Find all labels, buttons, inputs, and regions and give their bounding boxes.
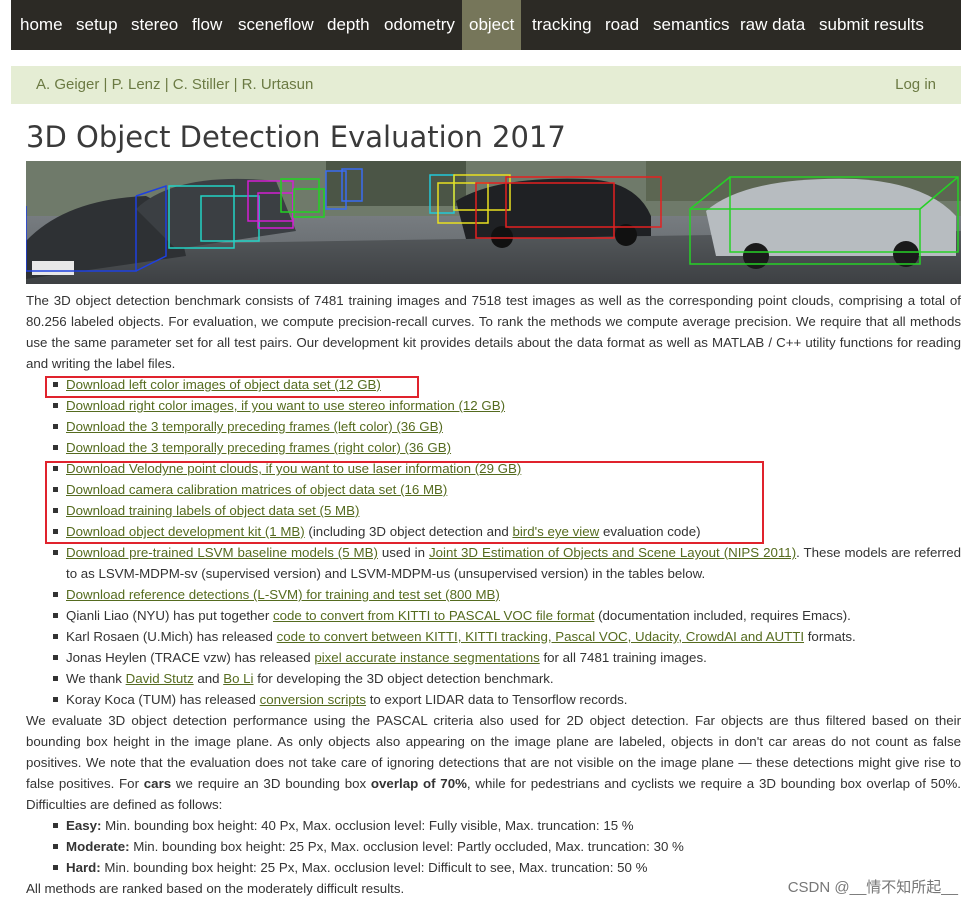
eval-overlap: overlap of 70% bbox=[370, 776, 467, 791]
authors-text: A. Geiger | P. Lenz | C. Stiller | R. Ur… bbox=[36, 76, 314, 93]
difficulty-text: Min. bounding box height: 25 Px, Max. oc… bbox=[100, 860, 648, 875]
download-lsvm-link[interactable]: Download pre-trained LSVM baseline model… bbox=[66, 545, 378, 560]
thanks-text-end: for developing the 3D object detection b… bbox=[253, 671, 554, 686]
list-item: Download reference detections (L-SVM) fo… bbox=[26, 584, 961, 605]
authors-bar: A. Geiger | P. Lenz | C. Stiller | R. Ur… bbox=[11, 66, 961, 104]
download-reference-link[interactable]: Download reference detections (L-SVM) fo… bbox=[66, 587, 500, 602]
nav-depth[interactable]: depth bbox=[327, 0, 370, 50]
download-prev-right-link[interactable]: Download the 3 temporally preceding fram… bbox=[66, 440, 451, 455]
nav-road[interactable]: road bbox=[605, 0, 639, 50]
lsvm-note: used in bbox=[377, 545, 429, 560]
list-item: Download pre-trained LSVM baseline model… bbox=[26, 542, 961, 584]
nav-tracking[interactable]: tracking bbox=[532, 0, 592, 50]
bo-li-link[interactable]: Bo Li bbox=[223, 671, 253, 686]
difficulty-label: Easy: bbox=[66, 818, 102, 833]
nav-stereo[interactable]: stereo bbox=[131, 0, 178, 50]
download-prev-left-link[interactable]: Download the 3 temporally preceding fram… bbox=[66, 419, 443, 434]
login-link[interactable]: Log in bbox=[895, 66, 936, 104]
difficulty-hard: Hard: Min. bounding box height: 25 Px, M… bbox=[26, 857, 961, 878]
difficulty-text: Min. bounding box height: 25 Px, Max. oc… bbox=[129, 839, 684, 854]
karl-text: Karl Rosaen (U.Mich) has released bbox=[66, 629, 277, 644]
nav-odometry[interactable]: odometry bbox=[384, 0, 455, 50]
list-item: Qianli Liao (NYU) has put together code … bbox=[26, 605, 961, 626]
qianli-text: Qianli Liao (NYU) has put together bbox=[66, 608, 273, 623]
nav-object[interactable]: object bbox=[462, 0, 522, 50]
difficulty-list: Easy: Min. bounding box height: 40 Px, M… bbox=[26, 815, 961, 878]
koray-text: Koray Koca (TUM) has released bbox=[66, 692, 260, 707]
koray-text-end: to export LIDAR data to Tensorflow recor… bbox=[366, 692, 628, 707]
nav-submit-results[interactable]: submit results bbox=[819, 0, 924, 50]
difficulty-text: Min. bounding box height: 40 Px, Max. oc… bbox=[101, 818, 634, 833]
conversion-scripts-link[interactable]: conversion scripts bbox=[260, 692, 366, 707]
nav-setup[interactable]: setup bbox=[76, 0, 118, 50]
qianli-text-end: (documentation included, requires Emacs)… bbox=[594, 608, 851, 623]
top-navigation: home setup stereo flow sceneflow depth o… bbox=[11, 0, 961, 50]
nav-raw-data[interactable]: raw data bbox=[740, 0, 805, 50]
street-scene-illustration bbox=[26, 161, 961, 284]
difficulty-easy: Easy: Min. bounding box height: 40 Px, M… bbox=[26, 815, 961, 836]
intro-paragraph: The 3D object detection benchmark consis… bbox=[26, 293, 961, 371]
nav-flow[interactable]: flow bbox=[192, 0, 222, 50]
difficulty-moderate: Moderate: Min. bounding box height: 25 P… bbox=[26, 836, 961, 857]
list-item: Koray Koca (TUM) has released conversion… bbox=[26, 689, 961, 710]
thanks-text: We thank bbox=[66, 671, 126, 686]
list-item: Download right color images, if you want… bbox=[26, 395, 961, 416]
thanks-and: and bbox=[193, 671, 224, 686]
watermark: CSDN @__情不知所起__ bbox=[787, 879, 958, 896]
jonas-text-end: for all 7481 training images. bbox=[539, 650, 707, 665]
list-item: We thank David Stutz and Bo Li for devel… bbox=[26, 668, 961, 689]
karl-text-end: formats. bbox=[804, 629, 856, 644]
nav-sceneflow[interactable]: sceneflow bbox=[238, 0, 314, 50]
kitti-to-voc-link[interactable]: code to convert from KITTI to PASCAL VOC… bbox=[273, 608, 594, 623]
eval-cars: cars bbox=[143, 776, 172, 791]
kitti-convert-link[interactable]: code to convert between KITTI, KITTI tra… bbox=[277, 629, 804, 644]
list-item: Download the 3 temporally preceding fram… bbox=[26, 437, 961, 458]
page-title: 3D Object Detection Evaluation 2017 bbox=[26, 120, 566, 154]
list-item: Karl Rosaen (U.Mich) has released code t… bbox=[26, 626, 961, 647]
eval-text-2: we require an 3D bounding box bbox=[171, 776, 371, 791]
joint3d-paper-link[interactable]: Joint 3D Estimation of Objects and Scene… bbox=[429, 545, 796, 560]
instance-seg-link[interactable]: pixel accurate instance segmentations bbox=[314, 650, 539, 665]
list-item: Jonas Heylen (TRACE vzw) has released pi… bbox=[26, 647, 961, 668]
david-stutz-link[interactable]: David Stutz bbox=[126, 671, 194, 686]
jonas-text: Jonas Heylen (TRACE vzw) has released bbox=[66, 650, 315, 665]
list-item: Download the 3 temporally preceding fram… bbox=[26, 416, 961, 437]
banner-image bbox=[26, 161, 961, 284]
highlight-box-velodyne-devkit bbox=[45, 461, 764, 544]
highlight-box-left-color bbox=[45, 376, 419, 398]
download-right-color-link[interactable]: Download right color images, if you want… bbox=[66, 398, 505, 413]
nav-semantics[interactable]: semantics bbox=[653, 0, 730, 50]
difficulty-label: Moderate: bbox=[66, 839, 130, 854]
difficulty-label: Hard: bbox=[66, 860, 101, 875]
evaluation-paragraph: We evaluate 3D object detection performa… bbox=[26, 710, 961, 815]
nav-home[interactable]: home bbox=[20, 0, 63, 50]
